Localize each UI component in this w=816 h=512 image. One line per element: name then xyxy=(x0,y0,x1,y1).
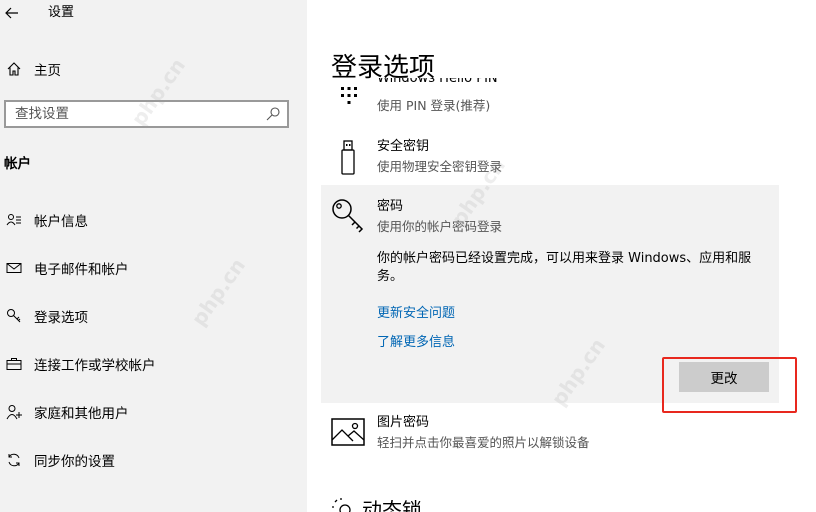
sidebar-item-label: 主页 xyxy=(34,63,61,79)
annotation-highlight-box xyxy=(662,357,797,413)
dynamic-lock-icon xyxy=(331,498,355,512)
option-dynamic-lock-title[interactable]: 动态锁 xyxy=(362,496,422,512)
mail-icon xyxy=(4,260,24,276)
sidebar-item-label: 家庭和其他用户 xyxy=(34,406,129,422)
add-person-icon xyxy=(4,404,24,420)
learn-more-link[interactable]: 了解更多信息 xyxy=(377,334,455,352)
sidebar-item-account-info[interactable]: 帐户信息 xyxy=(0,204,300,236)
sidebar-item-sign-in-options[interactable]: 登录选项 xyxy=(0,300,300,332)
search-icon[interactable] xyxy=(265,106,281,122)
sidebar-item-label: 电子邮件和帐户 xyxy=(34,262,129,278)
sidebar-item-family[interactable]: 家庭和其他用户 xyxy=(0,396,300,428)
picture-icon xyxy=(331,418,365,450)
section-header-accounts: 帐户 xyxy=(4,156,31,172)
option-picture-password[interactable]: 图片密码 轻扫并点击你最喜爱的照片以解锁设备 xyxy=(377,414,590,452)
sidebar-item-label: 帐户信息 xyxy=(34,214,88,230)
sidebar-item-email[interactable]: 电子邮件和帐户 xyxy=(0,252,300,284)
option-title: 安全密钥 xyxy=(377,139,430,154)
main-content: 登录选项 Windows Hello PIN 使用 PIN 登录(推荐) 安全密… xyxy=(307,0,816,512)
home-icon xyxy=(4,61,24,77)
key-icon xyxy=(331,198,367,240)
option-pin[interactable]: Windows Hello PIN xyxy=(377,78,498,88)
window-title: 设置 xyxy=(48,5,75,20)
pin-keypad-icon xyxy=(340,86,358,114)
sidebar-item-label: 同步你的设置 xyxy=(34,454,115,470)
password-description: 你的帐户密码已经设置完成，可以用来登录 Windows、应用和服务。 xyxy=(377,251,752,284)
option-subtitle: 使用 PIN 登录(推荐) xyxy=(377,98,491,113)
back-button[interactable] xyxy=(4,2,26,24)
key-icon xyxy=(4,308,24,324)
option-title: Windows Hello PIN xyxy=(377,78,498,86)
sidebar-item-home[interactable]: 主页 xyxy=(0,53,300,85)
sync-icon xyxy=(4,452,24,468)
sidebar-item-work-school[interactable]: 连接工作或学校帐户 xyxy=(0,348,300,380)
option-subtitle: 使用你的帐户密码登录 xyxy=(377,219,503,234)
option-title: 图片密码 xyxy=(377,415,430,430)
update-security-questions-link[interactable]: 更新安全问题 xyxy=(377,305,455,323)
person-list-icon xyxy=(4,212,24,228)
briefcase-icon xyxy=(4,356,24,372)
usb-key-icon xyxy=(339,140,357,180)
back-arrow-icon xyxy=(5,7,18,19)
option-subtitle: 轻扫并点击你最喜爱的照片以解锁设备 xyxy=(377,435,590,450)
sidebar-item-sync[interactable]: 同步你的设置 xyxy=(0,444,300,476)
sidebar-item-label: 连接工作或学校帐户 xyxy=(34,358,156,374)
sidebar-item-label: 登录选项 xyxy=(34,310,88,326)
